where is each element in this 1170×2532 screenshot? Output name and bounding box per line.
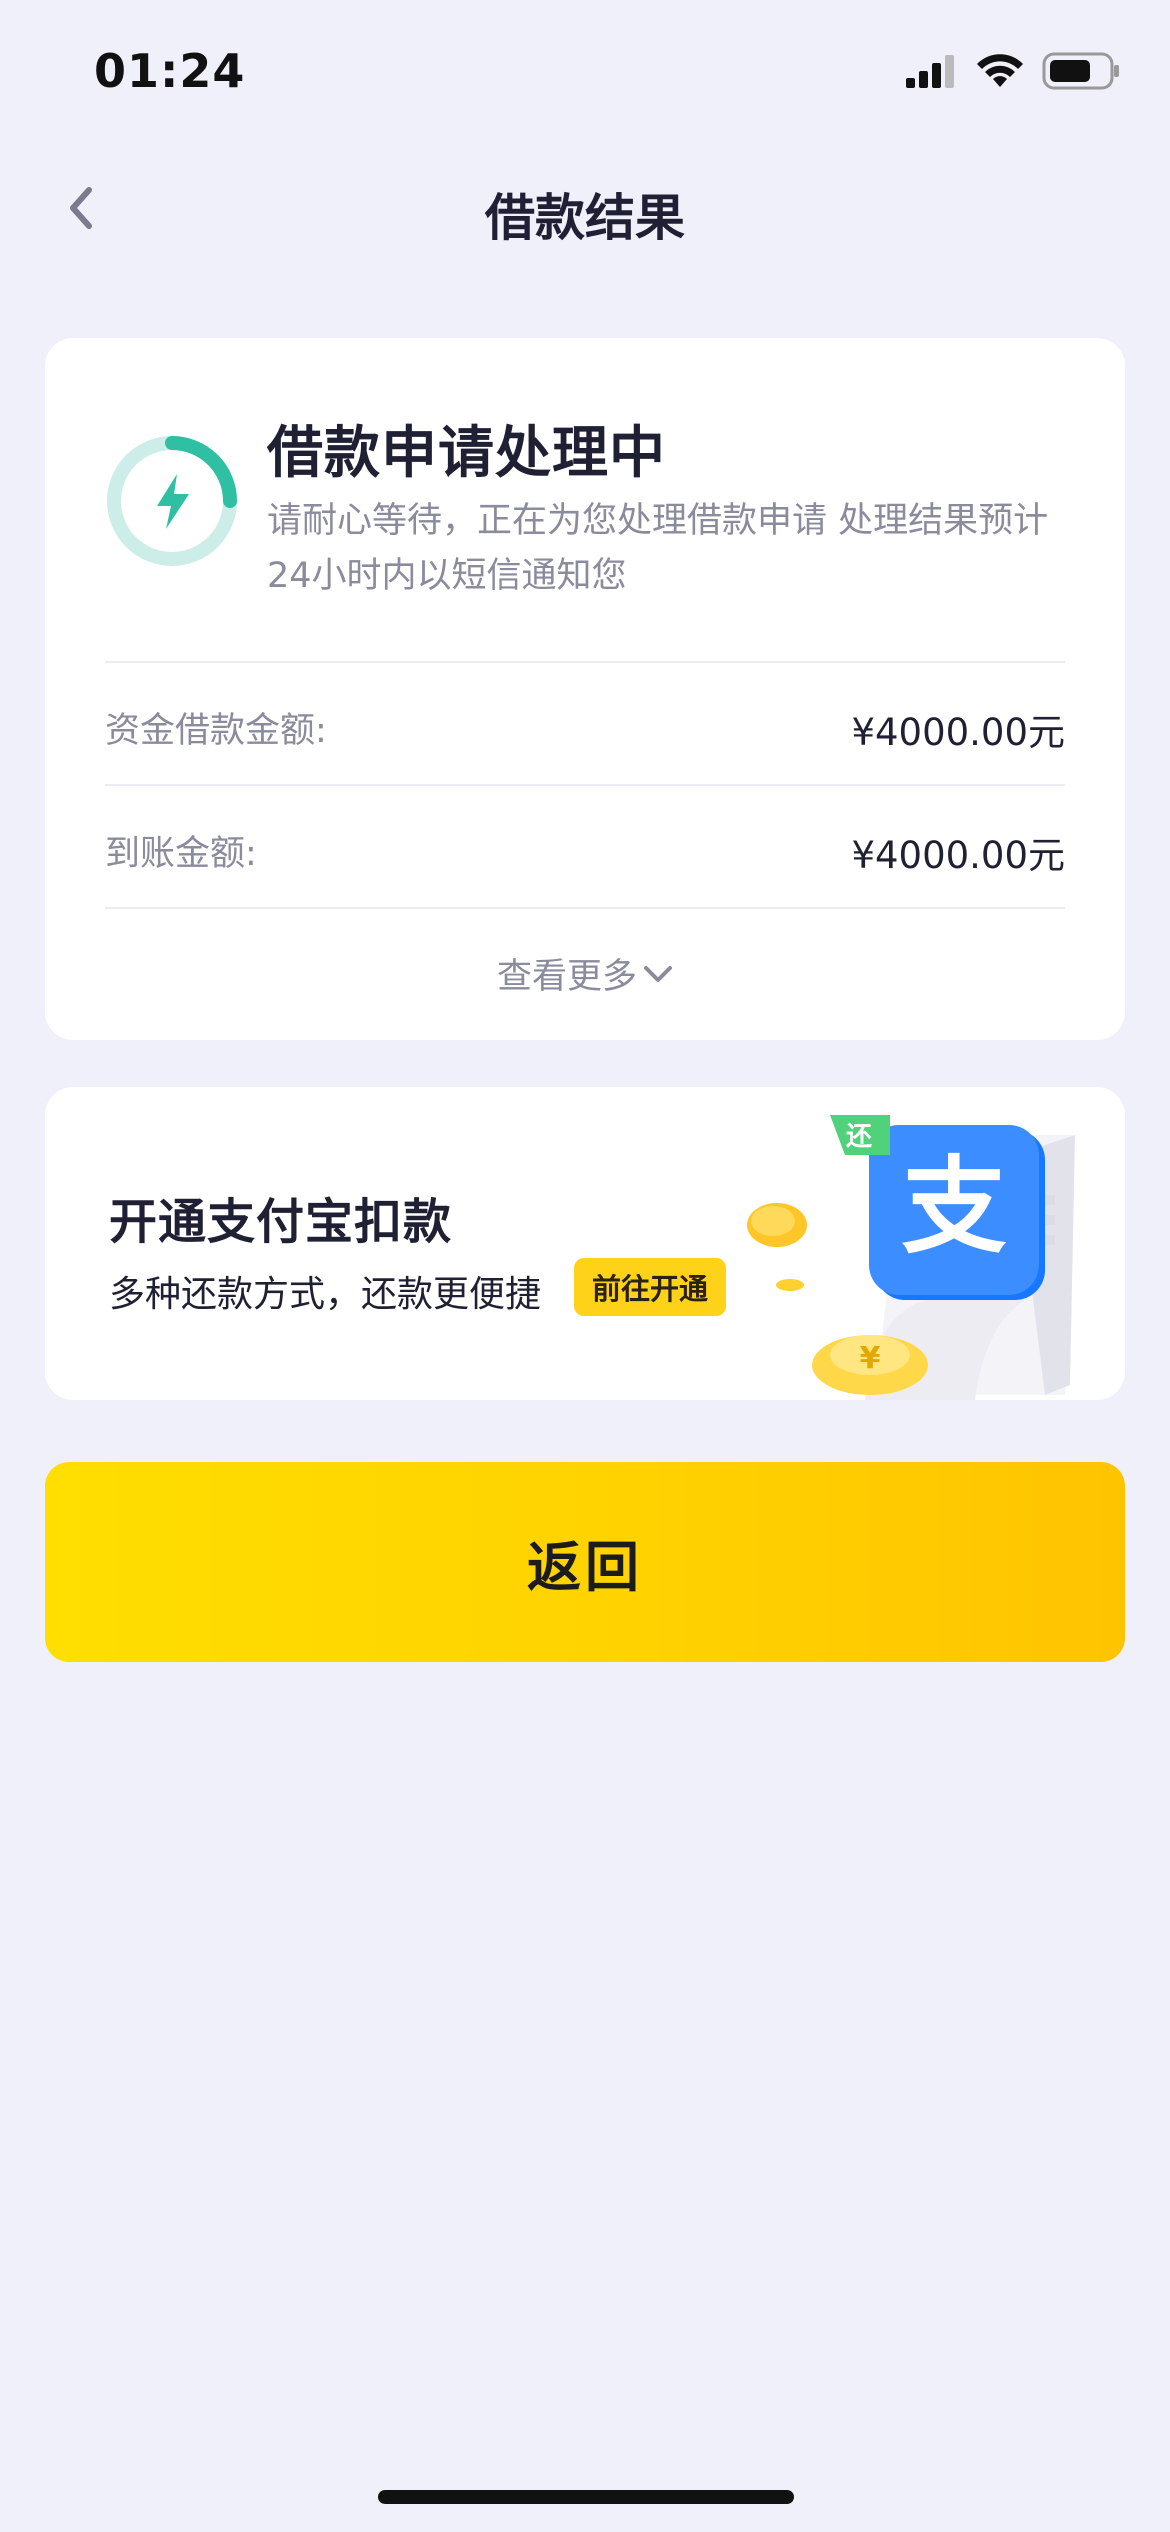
repay-tag-char: 还 [846, 1122, 873, 1152]
status-title: 借款申请处理中 [267, 421, 666, 486]
loan-amount-value: ¥4000.00元 [851, 711, 1065, 754]
home-indicator[interactable] [378, 2490, 794, 2504]
wifi-icon [977, 54, 1023, 87]
status-description: 请耐心等待，正在为您处理借款申请 处理结果预计24小时内以短信通知您 [267, 501, 1049, 596]
page-title: 借款结果 [485, 189, 685, 247]
alipay-illustration: ¥ 支 还 [747, 1115, 1075, 1400]
alipay-subtitle: 多种还款方式，还款更便捷 [109, 1274, 542, 1315]
divider [105, 784, 1065, 786]
enable-alipay-button[interactable]: 前往开通 [574, 1258, 727, 1316]
divider [105, 907, 1065, 909]
chevron-down-icon [644, 965, 672, 982]
loan-amount-label: 资金借款金额: [105, 711, 327, 751]
svg-text:¥: ¥ [860, 1341, 881, 1376]
alipay-title: 开通支付宝扣款 [109, 1194, 453, 1250]
loan-status-card: 借款申请处理中 请耐心等待，正在为您处理借款申请 处理结果预计24小时内以短信通… [45, 338, 1125, 1040]
view-more-label: 查看更多 [496, 957, 637, 997]
status-time: 01:24 [94, 44, 246, 98]
alipay-promo-card[interactable]: 开通支付宝扣款 多种还款方式，还款更便捷 前往开通 ¥ 支 还 [45, 1087, 1125, 1400]
signal-icon [906, 55, 954, 88]
lightning-icon [107, 436, 237, 566]
view-more-button[interactable]: 查看更多 [45, 948, 1125, 999]
status-icons [906, 52, 1120, 90]
loan-result-page: 01:24 借款结果 借款申请处理中 请耐心等待，正在为您处理借款申请 处理结果… [0, 0, 1170, 2532]
divider [105, 661, 1065, 663]
alipay-logo-char: 支 [901, 1146, 1006, 1268]
battery-icon [1042, 52, 1119, 90]
received-amount-value: ¥4000.00元 [851, 834, 1065, 877]
return-button[interactable]: 返回 [45, 1462, 1125, 1662]
received-amount-label: 到账金额: [105, 834, 257, 874]
